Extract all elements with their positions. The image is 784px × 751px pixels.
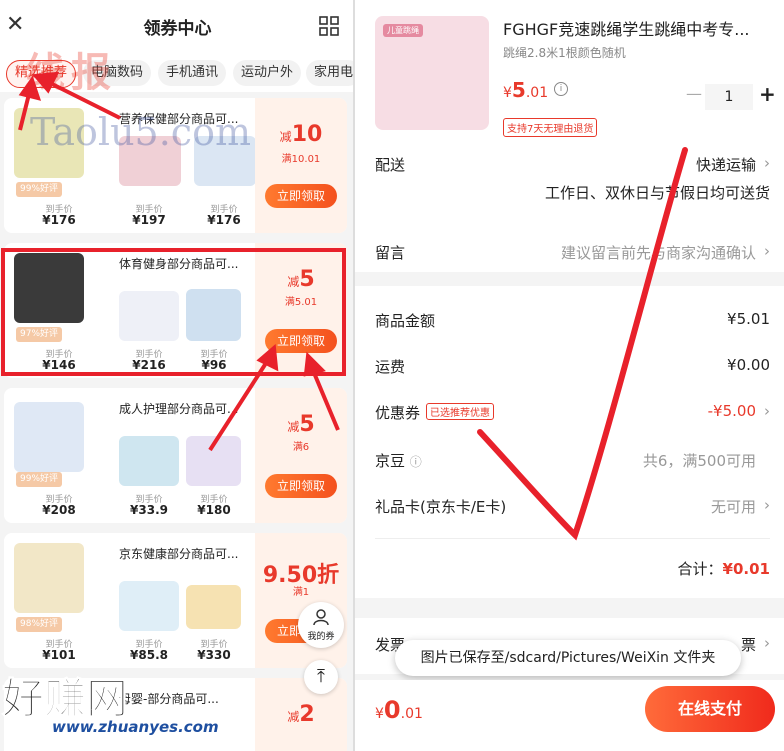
pay-button[interactable]: 在线支付 bbox=[645, 686, 775, 732]
tab-outdoor[interactable]: 运动户外 bbox=[233, 60, 302, 86]
coupon-amount: 减5 bbox=[287, 412, 315, 437]
rating-badge: 99%好评 bbox=[16, 472, 63, 487]
message-label: 留言 bbox=[375, 244, 406, 262]
toast-message: 图片已保存至/sdcard/Pictures/WeiXin 文件夹 bbox=[395, 640, 741, 676]
separator bbox=[375, 538, 770, 539]
watermark-logo: 好赚网 bbox=[1, 674, 129, 724]
coupon-label: 优惠券 已选推荐优惠 bbox=[375, 402, 495, 423]
grid-menu-icon[interactable] bbox=[319, 16, 339, 36]
coupon-pill: 已选推荐优惠 bbox=[426, 403, 495, 420]
highlight-box bbox=[1, 248, 346, 376]
product-price: ¥5.01 bbox=[503, 78, 549, 102]
watermark-url: www.zhuanyes.com bbox=[52, 718, 219, 736]
coupon-amount: 减2 bbox=[287, 702, 315, 727]
delivery-value: 快递运输 bbox=[695, 156, 756, 174]
jingdou-value: 共6，满500可用 bbox=[642, 452, 756, 470]
return-badge: 支持7天无理由退货 bbox=[503, 118, 598, 137]
card-title: 京东健康部分商品可... bbox=[119, 547, 239, 561]
product-image[interactable] bbox=[186, 436, 241, 486]
coupon-center-screen: ✕ 领券中心 精选推荐 电脑数码 手机通讯 运动户外 家用电 营养保健部分商品可… bbox=[0, 0, 355, 751]
product-price: ¥197 bbox=[132, 213, 166, 227]
chevron-right-icon: › bbox=[764, 402, 770, 420]
my-coupons-button[interactable]: 我的券 bbox=[298, 602, 344, 648]
product-price: ¥208 bbox=[42, 503, 76, 517]
product-image[interactable] bbox=[14, 543, 84, 613]
rating-badge: 99%好评 bbox=[16, 182, 63, 197]
claim-button[interactable]: 立即领取 bbox=[265, 474, 337, 498]
coupon-card: 成人护理部分商品可... 99%好评 到手价 ¥208 到手价 ¥33.9 到手… bbox=[4, 388, 347, 523]
chevron-right-icon: › bbox=[764, 242, 770, 260]
my-coupons-label: 我的券 bbox=[307, 632, 335, 642]
invoice-value: 票 bbox=[740, 636, 756, 654]
product-price: ¥33.9 bbox=[130, 503, 168, 517]
coupon-panel: 减5 满6 立即领取 bbox=[255, 388, 347, 523]
product-price: ¥180 bbox=[197, 503, 231, 517]
card-title: 成人护理部分商品可... bbox=[119, 402, 239, 416]
product-section: 儿童跳绳 FGHGF竞速跳绳学生跳绳中考专... 跳绳2.8米1根颜色随机 ¥5… bbox=[355, 0, 784, 272]
card-title: 母婴-部分商品可... bbox=[119, 692, 219, 706]
minus-button[interactable]: — bbox=[686, 84, 702, 103]
freight-value: ¥0.00 bbox=[727, 356, 770, 374]
product-price: ¥101 bbox=[42, 648, 76, 662]
product-image[interactable]: 儿童跳绳 bbox=[375, 16, 489, 130]
delivery-note: 工作日、双休日与节假日均可送货 bbox=[544, 184, 770, 202]
gift-card-value: 无可用 bbox=[710, 498, 756, 516]
gift-card-label: 礼品卡(京东卡/E卡) bbox=[375, 498, 507, 516]
product-price: ¥176 bbox=[207, 213, 241, 227]
bottom-total: ¥0.01 bbox=[375, 696, 423, 724]
tab-phones[interactable]: 手机通讯 bbox=[158, 60, 227, 86]
jingdou-label: 京豆 ⓘ bbox=[375, 452, 422, 470]
coupon-panel: 减10 满10.01 立即领取 bbox=[255, 98, 347, 233]
chevron-right-icon: › bbox=[764, 154, 770, 172]
chevron-right-icon: › bbox=[764, 496, 770, 514]
order-confirm-screen: 儿童跳绳 FGHGF竞速跳绳学生跳绳中考专... 跳绳2.8米1根颜色随机 ¥5… bbox=[355, 0, 784, 751]
watermark-text: Taolu5.com bbox=[30, 110, 252, 154]
product-price: ¥85.8 bbox=[130, 648, 168, 662]
image-tag: 儿童跳绳 bbox=[383, 24, 423, 37]
coupon-card: 京东健康部分商品可... 98%好评 到手价 ¥101 到手价 ¥85.8 到手… bbox=[4, 533, 347, 668]
freight-label: 运费 bbox=[375, 358, 406, 376]
delivery-label: 配送 bbox=[375, 156, 406, 174]
coupon-value: -¥5.00 bbox=[707, 402, 756, 420]
goods-amount-value: ¥5.01 bbox=[727, 310, 770, 328]
chevron-right-icon: › bbox=[764, 634, 770, 652]
back-to-top-icon[interactable]: ⤒ bbox=[304, 660, 338, 694]
coupon-condition: 满10.01 bbox=[281, 154, 321, 165]
plus-button[interactable]: + bbox=[759, 82, 776, 106]
coupon-panel: 减2 bbox=[255, 678, 347, 751]
page-title: 领券中心 bbox=[143, 19, 212, 39]
product-image[interactable] bbox=[119, 581, 179, 631]
coupon-panel: 9.50折 满1 立即领取 bbox=[255, 533, 347, 668]
rating-badge: 98%好评 bbox=[16, 617, 63, 632]
product-price: ¥330 bbox=[197, 648, 231, 662]
product-price: ¥176 bbox=[42, 213, 76, 227]
product-image[interactable] bbox=[119, 436, 179, 486]
quantity-input[interactable]: 1 bbox=[705, 84, 753, 110]
message-placeholder: 建议留言前先与商家沟通确认 bbox=[560, 244, 756, 262]
product-image[interactable] bbox=[14, 402, 84, 472]
product-title[interactable]: FGHGF竞速跳绳学生跳绳中考专... bbox=[503, 16, 750, 40]
bottom-bar: ¥0.01 在线支付 bbox=[355, 680, 784, 751]
product-image[interactable] bbox=[186, 585, 241, 629]
info-icon[interactable]: i bbox=[554, 82, 568, 96]
coupon-amount: 减10 bbox=[279, 122, 323, 147]
product-spec[interactable]: 跳绳2.8米1根颜色随机 bbox=[503, 44, 626, 61]
coupon-condition: 满1 bbox=[292, 587, 310, 598]
goods-amount-label: 商品金额 bbox=[375, 312, 436, 330]
total-value: 合计：¥0.01 bbox=[677, 560, 770, 578]
claim-button[interactable]: 立即领取 bbox=[265, 184, 337, 208]
tab-appliances[interactable]: 家用电 bbox=[306, 60, 355, 86]
user-icon bbox=[313, 609, 329, 626]
info-icon: ⓘ bbox=[409, 455, 422, 469]
coupon-condition: 满6 bbox=[292, 442, 310, 453]
summary-section: 商品金额 ¥5.01 运费 ¥0.00 优惠券 已选推荐优惠 -¥5.00 › 京… bbox=[355, 286, 784, 598]
watermark-text: 线报 bbox=[25, 50, 117, 96]
